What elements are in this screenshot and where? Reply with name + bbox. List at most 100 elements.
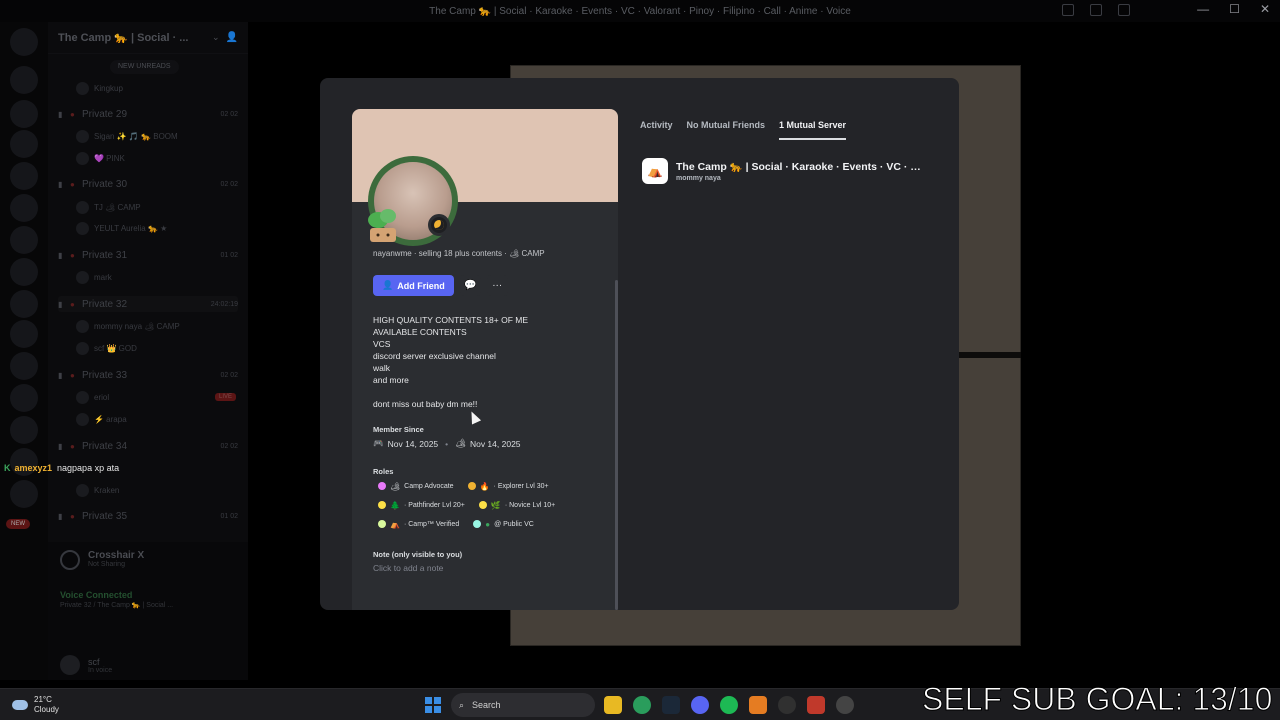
taskbar-apps (604, 696, 854, 714)
more-button[interactable]: ··· (486, 275, 508, 296)
server-icon[interactable] (10, 130, 38, 158)
voice-channel-private-35[interactable]: ▮ ● Private 35 01 02 (58, 508, 238, 524)
profile-scrollbar[interactable] (615, 280, 618, 610)
server-icon[interactable] (10, 66, 38, 94)
server-logo-icon: 🏕 (455, 438, 466, 448)
voice-user[interactable]: ⚡ arapa (76, 411, 236, 427)
lock-icon: ● (70, 250, 75, 260)
server-header[interactable]: The Camp 🐆 | Social · ... ⌄ 👤 (48, 22, 248, 54)
role-camp-verified[interactable]: ⛺ · Camp™ Verified (373, 517, 464, 531)
weather-widget[interactable]: 21°C Cloudy (12, 695, 59, 715)
chevron-down-icon: ⌄ (212, 32, 220, 42)
voice-icon: ▮ (58, 511, 63, 521)
voice-user[interactable]: eriol LIVE (76, 389, 236, 405)
note-label: Note (only visible to you) (373, 550, 463, 559)
role-pathfinder[interactable]: 🌲 · Pathfinder Lvl 20+ (373, 498, 470, 512)
server-icon[interactable] (10, 352, 38, 380)
inbox-icon[interactable] (1062, 4, 1074, 16)
role-explorer[interactable]: 🔥 · Explorer Lvl 30+ (463, 479, 554, 493)
user-status: In voice (88, 666, 113, 674)
avatar (76, 129, 89, 143)
home-icon[interactable] (10, 28, 38, 56)
roles-label: Roles (373, 467, 394, 476)
server-icon[interactable] (10, 320, 38, 348)
voice-user[interactable]: mommy naya 🏕 CAMP (76, 318, 236, 334)
role-color-dot (478, 501, 487, 509)
role-icon: 🔥 (479, 481, 490, 491)
voice-icon: ▮ (58, 441, 63, 451)
chat-username: amexyz1 (14, 463, 53, 473)
mutual-server-name: The Camp 🐆 | Social · Karaoke · Events ·… (676, 161, 926, 173)
chrome-icon[interactable] (633, 696, 651, 714)
plant-decoration-icon (368, 209, 396, 242)
message-button[interactable]: 💬 (459, 275, 481, 296)
mutual-server-item[interactable]: ⛺ The Camp 🐆 | Social · Karaoke · Events… (642, 158, 932, 184)
discord-logo-icon: 🎮 (373, 438, 384, 448)
window-controls: — ☐ ✕ (1197, 2, 1270, 16)
tab-activity[interactable]: Activity (640, 120, 673, 140)
server-icon[interactable] (10, 258, 38, 286)
server-icon[interactable] (10, 226, 38, 254)
server-icon[interactable] (10, 194, 38, 222)
tab-mutual-friends[interactable]: No Mutual Friends (687, 120, 766, 140)
add-member-icon[interactable]: 👤 (226, 32, 238, 43)
new-unreads-pill[interactable]: NEW UNREADS (110, 60, 179, 74)
server-icon[interactable] (10, 100, 38, 128)
server-icon[interactable] (10, 290, 38, 318)
voice-user[interactable]: mark (76, 269, 236, 285)
spotify-icon[interactable] (720, 696, 738, 714)
crosshair-title: Crosshair X (88, 550, 145, 561)
note-input[interactable]: Click to add a note (373, 563, 443, 573)
server-icon[interactable] (10, 162, 38, 190)
window-divider (959, 352, 1021, 358)
live-badge: LIVE (214, 393, 236, 401)
add-friend-button[interactable]: 👤 Add Friend (373, 275, 454, 296)
voice-user[interactable]: scf 👑 GOD (76, 340, 236, 356)
help-icon[interactable] (1118, 4, 1130, 16)
voice-user[interactable]: 💜 PINK (76, 150, 236, 166)
role-camp-advocate[interactable]: 🏕 Camp Advocate (373, 479, 459, 493)
voice-channel-private-32[interactable]: ▮ ● Private 32 24:02:19 (58, 296, 238, 312)
file-explorer-icon[interactable] (604, 696, 622, 714)
screen-icon[interactable] (1090, 4, 1102, 16)
voice-connected-channel[interactable]: Private 32 / The Camp 🐆 | Social ... (60, 601, 236, 609)
minimize-icon[interactable]: — (1197, 2, 1209, 16)
maximize-icon[interactable]: ☐ (1229, 2, 1240, 16)
role-public-vc[interactable]: ● @ Public VC (468, 517, 539, 531)
voice-connected-title[interactable]: Voice Connected (60, 590, 236, 600)
server-icon[interactable] (10, 480, 38, 508)
voice-user[interactable]: YEULT Aurelia 🐆 ★ (76, 220, 236, 236)
voice-channel-private-33[interactable]: ▮ ● Private 33 02 02 (58, 367, 238, 383)
app-icon[interactable] (749, 696, 767, 714)
avatar (76, 270, 89, 284)
server-icon[interactable] (10, 416, 38, 444)
role-novice[interactable]: 🌿 · Novice Lvl 10+ (474, 498, 560, 512)
voice-user[interactable]: Sigan ✨ 🎵 🐆 BOOM (76, 128, 236, 144)
app-icon[interactable] (836, 696, 854, 714)
windows-start-icon[interactable] (425, 697, 441, 713)
voice-channel-private-31[interactable]: ▮ ● Private 31 01 02 (58, 247, 238, 263)
voice-channel-private-34[interactable]: ▮ ● Private 34 02 02 (58, 438, 238, 454)
chat-text: nagpapa xp ata (57, 463, 120, 473)
avatar[interactable] (60, 655, 80, 675)
close-icon[interactable]: ✕ (1260, 2, 1270, 16)
app-icon[interactable] (807, 696, 825, 714)
voice-icon: ▮ (58, 370, 63, 380)
add-user-icon: 👤 (382, 280, 394, 290)
server-icon: ⛺ (642, 158, 668, 184)
profile-avatar[interactable] (368, 156, 458, 246)
discord-icon[interactable] (691, 696, 709, 714)
tab-mutual-servers[interactable]: 1 Mutual Server (779, 120, 847, 140)
voice-user[interactable]: Kraken (76, 482, 236, 498)
avatar (76, 221, 89, 235)
voice-channel-private-30[interactable]: ▮ ● Private 30 02 02 (58, 176, 238, 192)
voice-channel-private-29[interactable]: ▮ ● Private 29 02 02 (58, 106, 238, 122)
profile-tabs: Activity No Mutual Friends 1 Mutual Serv… (640, 120, 847, 140)
obs-icon[interactable] (778, 696, 796, 714)
server-icon[interactable] (10, 384, 38, 412)
voice-user[interactable]: TJ 🏕 CAMP (76, 199, 236, 215)
voice-user[interactable]: Kingkup (76, 80, 236, 96)
role-icon: 🏕 (390, 481, 401, 491)
steam-icon[interactable] (662, 696, 680, 714)
taskbar-search[interactable]: ⌕ Search (451, 693, 595, 717)
